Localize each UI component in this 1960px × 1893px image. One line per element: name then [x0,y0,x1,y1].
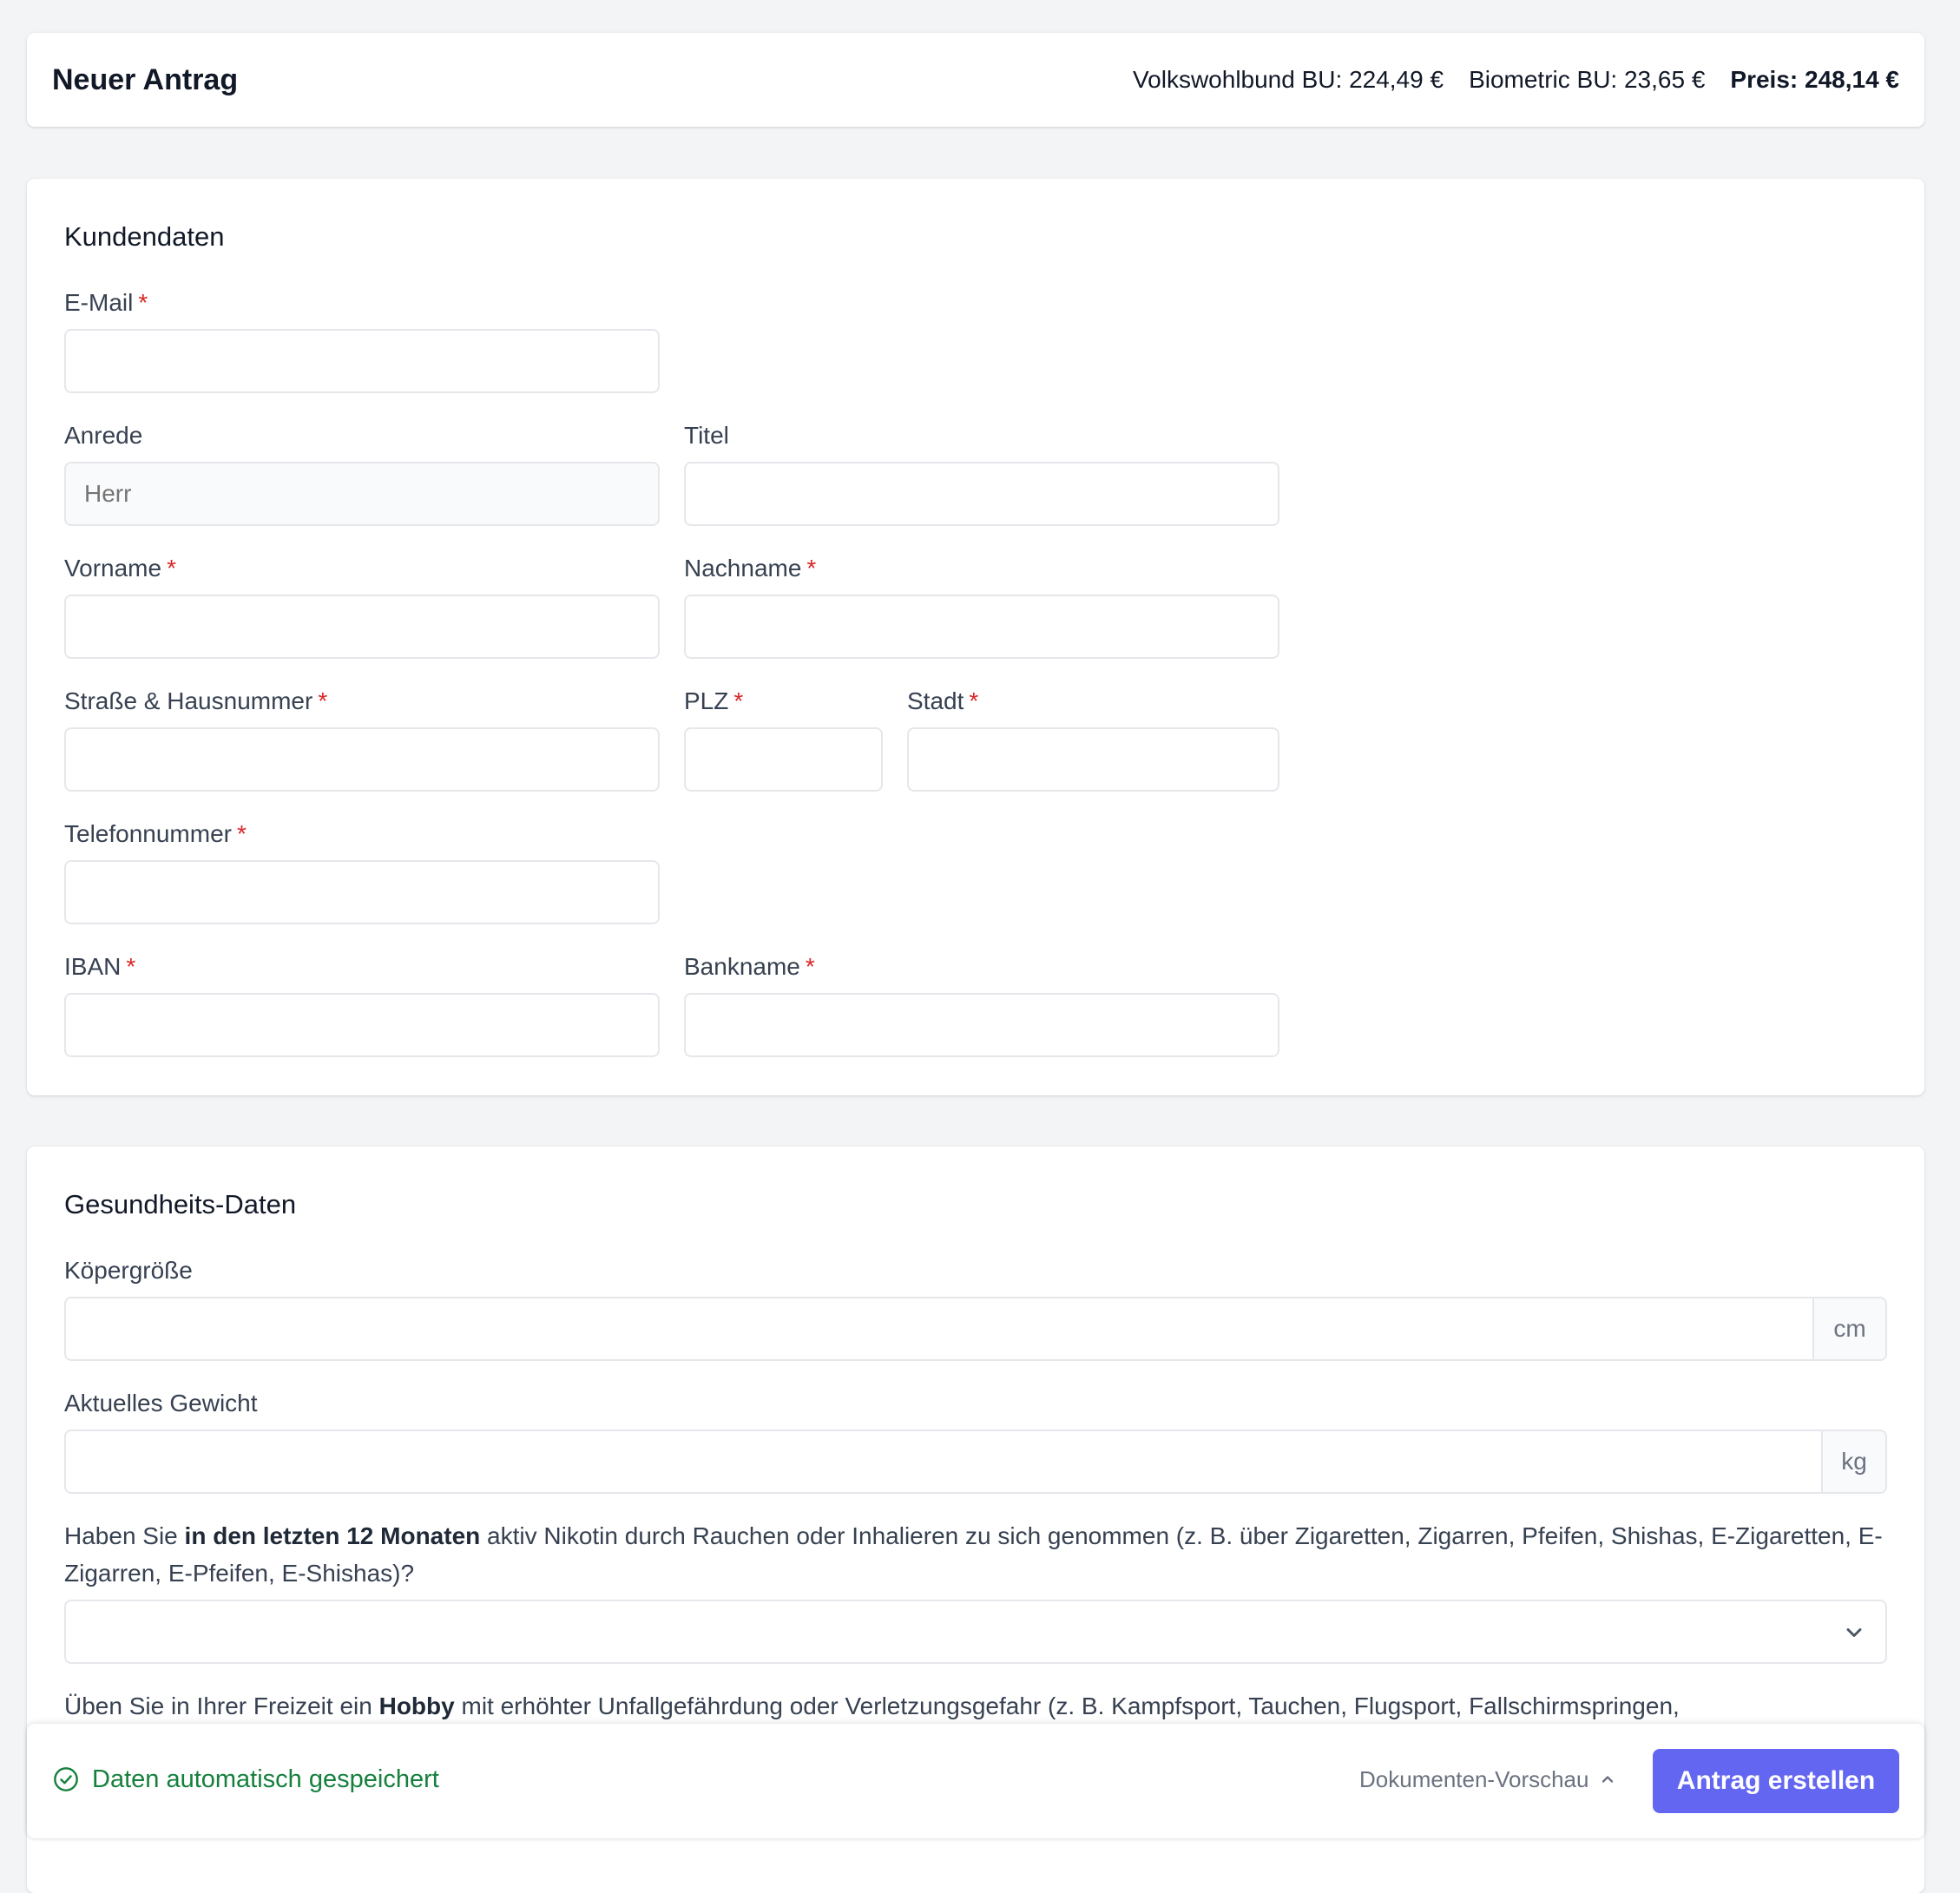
required-marker: * [236,820,247,847]
iban-label: IBAN * [64,953,136,980]
anrede-field[interactable] [64,462,660,526]
gewicht-label: Aktuelles Gewicht [64,1390,258,1416]
nikotin-question: Haben Sie in den letzten 12 Monaten akti… [64,1522,1883,1587]
nachname-label: Nachname * [684,555,817,582]
koerpergroesse-field[interactable] [66,1298,1812,1359]
required-marker: * [733,687,744,714]
footer-action-bar: Daten automatisch gespeichert Dokumenten… [27,1724,1924,1838]
required-marker: * [318,687,328,714]
total-price: Preis: 248,14 € [1730,66,1899,93]
hobby-question: Üben Sie in Ihrer Freizeit ein Hobby mit… [64,1693,1680,1719]
telefon-label: Telefonnummer * [64,820,247,847]
required-marker: * [805,953,815,980]
plz-field[interactable] [684,727,883,792]
check-circle-icon [54,1767,78,1791]
telefon-field[interactable] [64,860,660,924]
kundendaten-section: Kundendaten E-Mail* Anrede Titel Vorname… [27,179,1924,1095]
unit-cm-addon: cm [1812,1298,1885,1359]
required-marker: * [126,953,136,980]
biometric-price: Biometric BU: 23,65 € [1469,66,1706,93]
plz-label: PLZ * [684,687,744,714]
create-application-button[interactable]: Antrag erstellen [1653,1749,1899,1813]
titel-label: Titel [684,422,729,449]
required-marker: * [138,289,148,316]
chevron-up-icon [1602,1776,1614,1783]
koerpergroesse-input-group: cm [64,1297,1887,1361]
vorname-label: Vorname * [64,555,176,582]
email-label: E-Mail * [64,289,148,316]
vorname-field[interactable] [64,595,660,659]
page-title: Neuer Antrag [52,63,239,96]
gewicht-input-group: kg [64,1430,1887,1494]
anrede-label: Anrede [64,422,143,449]
gewicht-field[interactable] [66,1431,1821,1492]
strasse-label: Straße & Hausnummer * [64,687,328,714]
iban-field[interactable] [64,993,660,1057]
koerpergroesse-label: Köpergröße [64,1257,193,1284]
stadt-label: Stadt * [907,687,979,714]
unit-kg-addon: kg [1821,1431,1885,1492]
nachname-field[interactable] [684,595,1279,659]
autosave-label: Daten automatisch gespeichert [92,1765,439,1793]
section-title-gesundheit: Gesundheits-Daten [64,1189,297,1219]
bankname-field[interactable] [684,993,1279,1057]
document-preview-toggle[interactable]: Dokumenten-Vorschau [1359,1764,1616,1795]
header-bar: Neuer Antrag Volkswohlbund BU: 224,49 € … [27,33,1924,127]
section-title-kundendaten: Kundendaten [64,221,225,252]
nikotin-select[interactable] [64,1600,1887,1664]
autosave-status: Daten automatisch gespeichert [52,1764,439,1795]
required-marker: * [969,687,979,714]
stadt-field[interactable] [907,727,1279,792]
email-field[interactable] [64,329,660,393]
required-marker: * [806,555,817,582]
strasse-field[interactable] [64,727,660,792]
price-summary: Volkswohlbund BU: 224,49 € Biometric BU:… [1133,64,1899,95]
document-preview-label: Dokumenten-Vorschau [1359,1766,1589,1792]
chevron-down-icon [1846,1628,1862,1637]
required-marker: * [167,555,176,582]
bankname-label: Bankname * [684,953,815,980]
volkswohlbund-price: Volkswohlbund BU: 224,49 € [1133,66,1444,93]
titel-field[interactable] [684,462,1279,526]
